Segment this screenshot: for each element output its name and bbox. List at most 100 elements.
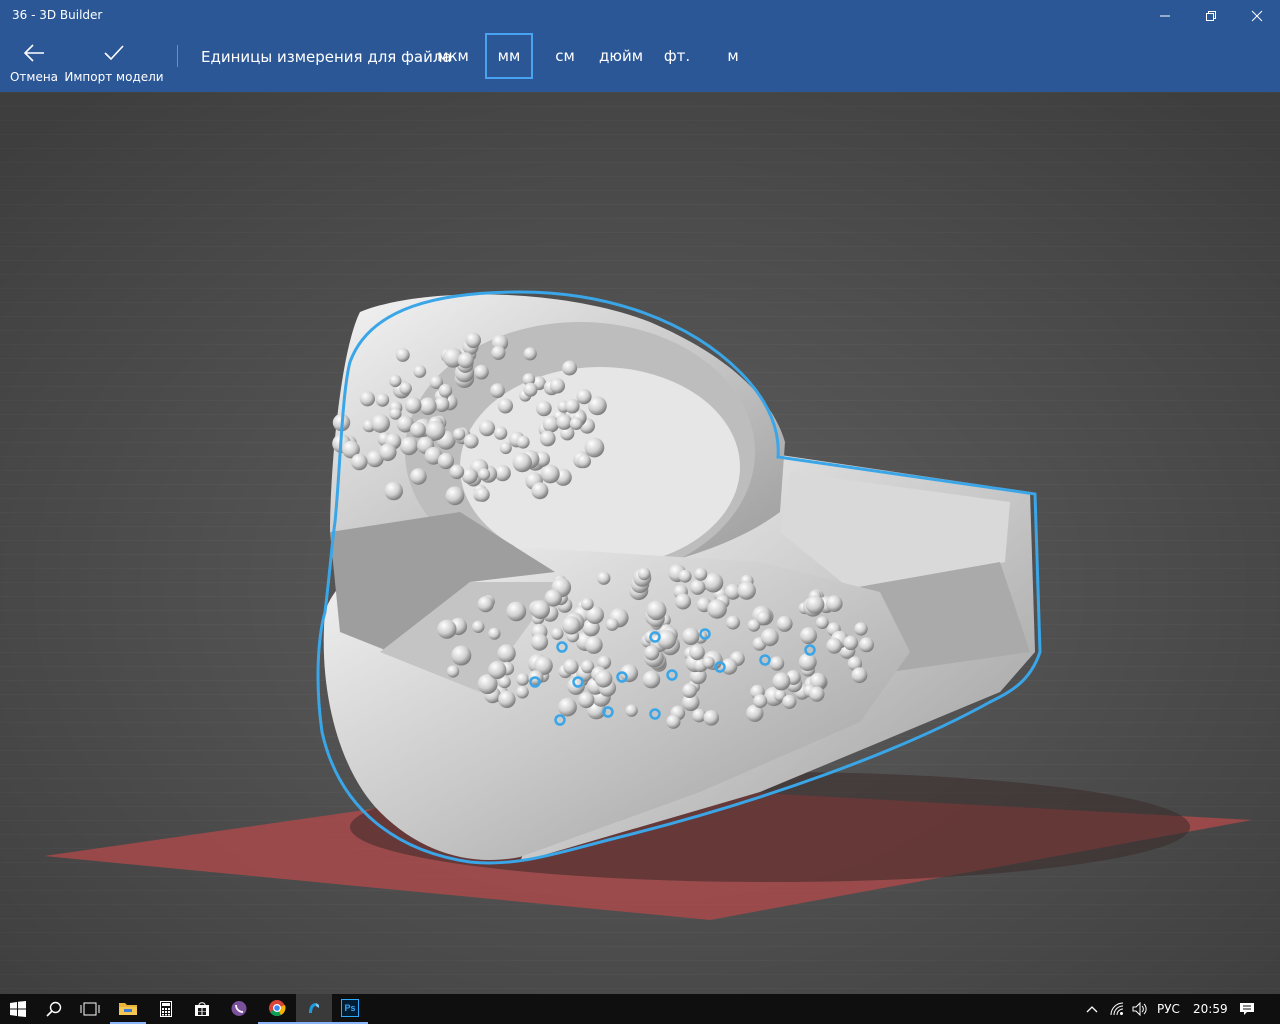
3d-builder-icon: [309, 1003, 319, 1013]
bead: [523, 347, 537, 361]
bead: [703, 710, 720, 726]
bead: [556, 414, 572, 430]
bead: [461, 467, 478, 484]
calculator-icon: [160, 1001, 172, 1017]
bead: [498, 690, 516, 708]
cancel-button[interactable]: Отмена: [8, 40, 60, 90]
task-view-button[interactable]: [72, 994, 108, 1024]
restore-button[interactable]: [1188, 0, 1234, 32]
bead: [477, 596, 494, 613]
bead: [488, 660, 507, 680]
windows-logo-icon: [10, 1001, 26, 1017]
input-language[interactable]: РУС: [1157, 994, 1180, 1024]
bead: [854, 622, 868, 636]
bead: [371, 414, 390, 433]
unit-ft-button[interactable]: фт.: [658, 33, 696, 79]
bead: [491, 345, 506, 360]
units-label: Единицы измерения для файла: [201, 48, 452, 66]
bead: [682, 627, 700, 645]
unit-um-button[interactable]: мкм: [432, 33, 474, 79]
bead: [493, 426, 508, 440]
bead: [563, 659, 579, 675]
3d-viewport[interactable]: [0, 92, 1280, 994]
search-icon: [46, 1001, 62, 1017]
bead: [531, 600, 550, 620]
bead: [584, 636, 603, 654]
app-header: 36 - 3D Builder Отмена Импорт модели Еди…: [0, 0, 1280, 92]
bead: [506, 601, 527, 622]
bead: [410, 468, 427, 485]
bead: [584, 437, 605, 458]
bead: [798, 653, 817, 672]
bead: [530, 633, 549, 651]
bead: [438, 383, 453, 398]
calculator[interactable]: [148, 994, 184, 1024]
bead: [488, 627, 501, 640]
bead: [410, 421, 426, 438]
photoshop-icon-text: Ps: [344, 1003, 356, 1013]
network-button[interactable]: [1106, 994, 1128, 1024]
3d-builder[interactable]: [296, 994, 332, 1024]
bead: [800, 627, 817, 645]
photoshop-icon: Ps: [341, 999, 359, 1017]
bead: [375, 393, 390, 407]
bead: [540, 464, 560, 484]
bead: [551, 627, 564, 640]
bead: [490, 383, 505, 398]
store-bag-icon: [195, 1002, 209, 1016]
import-model-button[interactable]: Импорт модели: [64, 40, 164, 90]
back-arrow-icon: [23, 40, 45, 66]
chrome[interactable]: [258, 994, 296, 1024]
bead: [843, 635, 858, 651]
unit-m-button[interactable]: м: [714, 33, 752, 79]
clock[interactable]: 20:59: [1193, 994, 1228, 1024]
bead: [769, 656, 785, 671]
close-button[interactable]: [1234, 0, 1280, 32]
bead: [516, 685, 529, 699]
bead: [605, 618, 619, 631]
checkmark-icon: [103, 40, 125, 66]
bead: [562, 360, 578, 376]
bead: [497, 398, 513, 414]
bead: [694, 567, 708, 581]
bead: [760, 628, 779, 647]
bead: [678, 569, 692, 583]
search-button[interactable]: [36, 994, 72, 1024]
volume-button[interactable]: [1128, 994, 1152, 1024]
show-hidden-icons-button[interactable]: [1080, 994, 1104, 1024]
unit-inch-button[interactable]: дюйм: [596, 33, 646, 79]
bead: [497, 644, 516, 663]
bead: [625, 704, 638, 717]
bead: [451, 645, 472, 666]
notification-icon: [1240, 1003, 1254, 1015]
bead: [413, 365, 427, 378]
bead: [776, 615, 793, 632]
bead: [826, 595, 843, 612]
bead: [445, 486, 465, 506]
action-center-button[interactable]: [1232, 994, 1262, 1024]
unit-mm-button[interactable]: мм: [485, 33, 533, 79]
unit-cm-button[interactable]: см: [545, 33, 585, 79]
bead: [457, 352, 474, 369]
bead: [682, 683, 697, 698]
network-icon: [1110, 1002, 1124, 1016]
file-explorer[interactable]: [110, 994, 146, 1024]
bead: [594, 670, 613, 688]
minimize-icon: [1160, 15, 1170, 17]
bead: [726, 615, 740, 630]
volume-icon: [1132, 1002, 1147, 1016]
start-button[interactable]: [0, 994, 36, 1024]
bead: [359, 391, 375, 407]
chrome-icon: [269, 1000, 286, 1017]
bead: [463, 433, 479, 449]
store[interactable]: [184, 994, 220, 1024]
minimize-button[interactable]: [1142, 0, 1188, 32]
bead: [539, 430, 556, 447]
close-icon: [1251, 10, 1263, 22]
viber[interactable]: [220, 994, 258, 1024]
photoshop[interactable]: Ps: [332, 994, 368, 1024]
bead: [512, 452, 532, 473]
command-separator: [177, 45, 178, 67]
bead: [756, 610, 771, 625]
bead: [389, 374, 402, 388]
